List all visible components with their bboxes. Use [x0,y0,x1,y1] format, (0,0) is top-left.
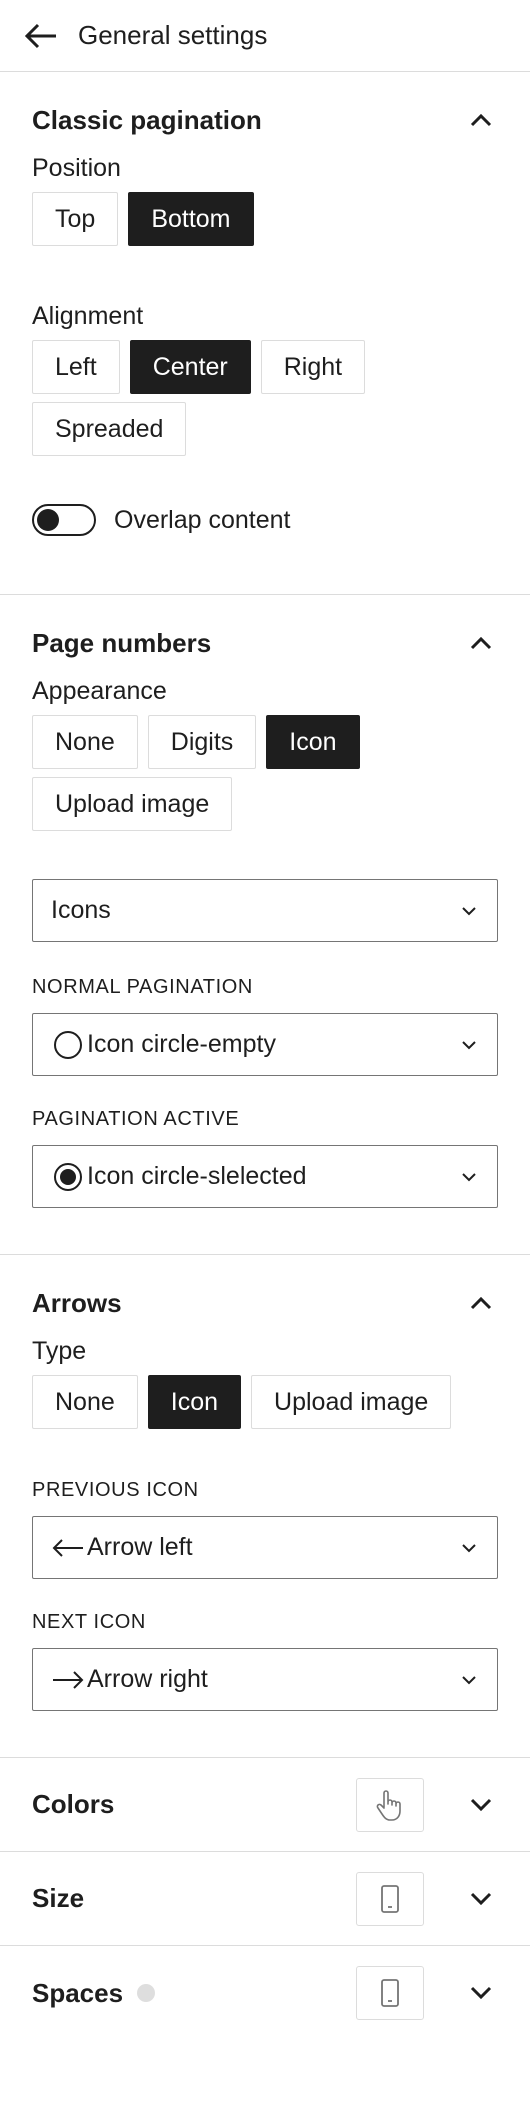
chevron-down-icon[interactable] [464,1976,498,2010]
chevron-down-icon[interactable] [464,1882,498,1916]
next-icon-select[interactable]: Arrow right [32,1648,498,1711]
normal-pagination-label: NORMAL PAGINATION [32,976,253,998]
normal-pagination-select[interactable]: Icon circle-empty [32,1013,498,1076]
panel-title: Page numbers [32,627,212,658]
toggle-knob [37,509,59,531]
alignment-center-button[interactable]: Center [129,340,251,394]
alignment-left-button[interactable]: Left [32,340,120,394]
normal-pagination-value: Icon circle-empty [87,1030,276,1058]
mobile-device-icon[interactable] [356,1871,424,1926]
chevron-down-icon [459,1538,479,1558]
alignment-right-button[interactable]: Right [260,340,366,394]
type-label: Type [32,1337,87,1365]
alignment-label: Alignment [32,302,144,330]
alignment-spreaded-button[interactable]: Spreaded [32,402,187,456]
type-icon-button[interactable]: Icon [147,1375,242,1429]
spaces-panel-header[interactable]: Spaces [0,1946,530,2040]
classic-pagination-panel: Classic pagination Position Top Bottom A… [0,72,530,595]
type-options: None Icon Upload image [32,1375,498,1429]
overlap-content-row: Overlap content [32,504,498,536]
chevron-down-icon [459,1670,479,1690]
position-options: Top Bottom [32,192,498,246]
page-title: General settings [78,20,268,50]
panel-title: Arrows [32,1287,122,1318]
header-bar: General settings [0,0,530,72]
colors-panel-header[interactable]: Colors [0,1758,530,1852]
arrow-left-icon[interactable] [24,19,58,53]
chevron-down-icon [459,901,479,921]
page-numbers-panel: Page numbers Appearance None Digits Icon… [0,595,530,1255]
arrows-panel: Arrows Type None Icon Upload image PREVI… [0,1255,530,1758]
appearance-options: None Digits Icon Upload image [32,715,498,831]
chevron-down-icon [459,1167,479,1187]
previous-icon-value: Arrow left [87,1533,193,1561]
chevron-up-icon[interactable] [464,626,498,660]
hand-pointer-icon[interactable] [356,1777,424,1832]
circle-empty-icon [51,1028,85,1062]
pagination-active-label: PAGINATION ACTIVE [32,1108,240,1130]
pagination-active-value: Icon circle-slelected [87,1162,307,1190]
chevron-down-icon [459,1035,479,1055]
panel-title-row: Spaces [32,1977,156,2009]
mobile-device-icon[interactable] [356,1966,424,2020]
panel-title: Colors [32,1789,115,1819]
status-dot [137,1984,156,2002]
circle-selected-icon [51,1160,85,1194]
alignment-options: Left Center Right Spreaded [32,340,498,456]
appearance-icon-button[interactable]: Icon [266,715,360,769]
type-upload-image-button[interactable]: Upload image [251,1375,452,1429]
arrow-left-icon [51,1531,85,1565]
chevron-up-icon[interactable] [464,103,498,137]
size-panel-header[interactable]: Size [0,1852,530,1946]
chevron-down-icon[interactable] [464,1788,498,1822]
appearance-digits-button[interactable]: Digits [147,715,257,769]
appearance-none-button[interactable]: None [32,715,138,769]
panel-title: Spaces [32,1977,124,2008]
panel-title: Classic pagination [32,104,262,135]
overlap-content-toggle[interactable] [32,504,96,536]
position-bottom-button[interactable]: Bottom [128,192,254,246]
overlap-content-label: Overlap content [114,505,291,534]
arrow-right-icon [51,1663,85,1697]
appearance-label: Appearance [32,677,167,705]
pagination-active-select[interactable]: Icon circle-slelected [32,1145,498,1208]
previous-icon-label: PREVIOUS ICON [32,1479,199,1501]
next-icon-value: Arrow right [87,1665,208,1693]
next-icon-label: NEXT ICON [32,1611,146,1633]
position-label: Position [32,154,121,182]
previous-icon-select[interactable]: Arrow left [32,1516,498,1579]
chevron-up-icon[interactable] [464,1286,498,1320]
appearance-upload-image-button[interactable]: Upload image [32,777,233,831]
icons-select-value: Icons [51,896,111,924]
panel-title: Size [32,1883,85,1913]
icons-select[interactable]: Icons [32,879,498,942]
position-top-button[interactable]: Top [32,192,119,246]
type-none-button[interactable]: None [32,1375,138,1429]
